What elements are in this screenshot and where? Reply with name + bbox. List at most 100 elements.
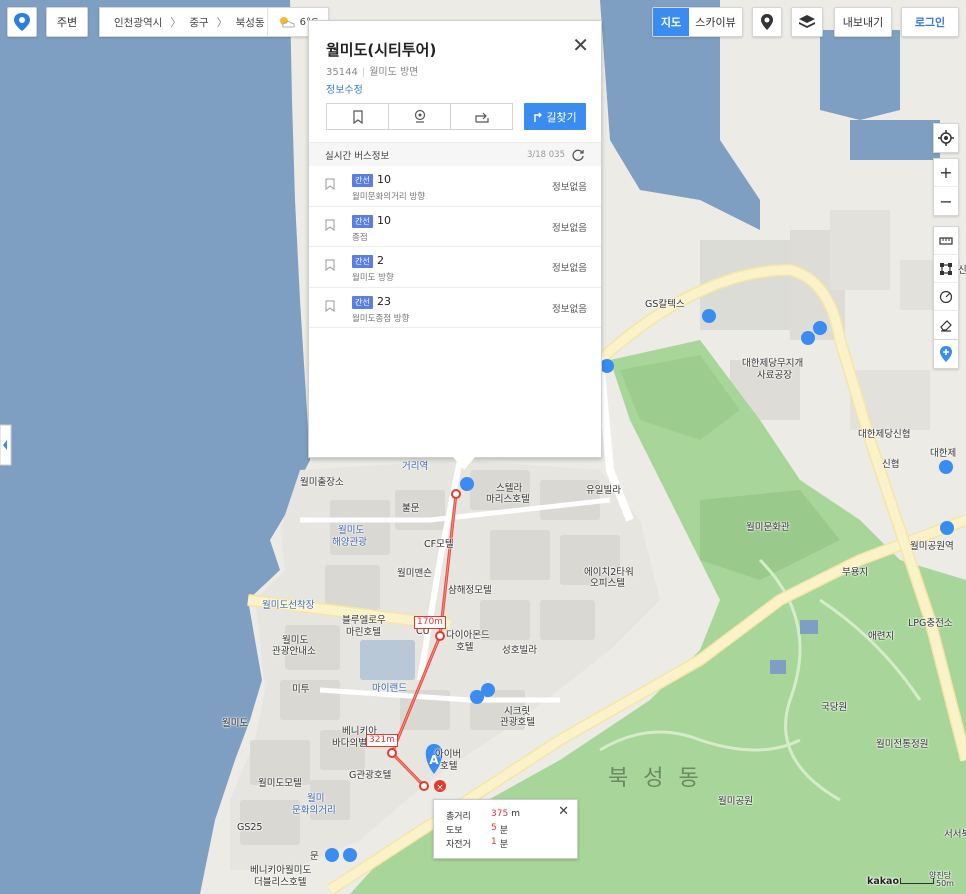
- map-label: 월미문화관: [746, 522, 790, 533]
- map-label: GS25: [237, 822, 263, 833]
- directions-label: 길찾기: [546, 110, 577, 124]
- area-icon: [940, 262, 952, 275]
- breadcrumb-city[interactable]: 인천광역시: [114, 15, 162, 30]
- radius-icon: [939, 290, 953, 303]
- map-label: 대한제: [930, 448, 957, 459]
- bookmark-icon[interactable]: [325, 300, 335, 312]
- map-label: 사료공장: [757, 370, 792, 381]
- zoom-in-button[interactable]: +: [934, 159, 958, 187]
- chevron-right-icon: 〉: [216, 16, 228, 29]
- bus-type-badge: 간선: [352, 255, 373, 268]
- tools-group: [933, 226, 959, 340]
- map-label: 성호빌라: [502, 645, 537, 656]
- map-label: 바다의별: [332, 738, 367, 749]
- map-label: 월미전통정원: [876, 739, 929, 750]
- map-label: 월미도: [222, 718, 249, 729]
- map-type-group: 지도 스카이뷰: [652, 7, 743, 37]
- logo-button[interactable]: [7, 7, 37, 37]
- login-button[interactable]: 로그인: [901, 7, 959, 37]
- area-tool-button[interactable]: [934, 255, 958, 283]
- map-pin-icon: [14, 13, 30, 31]
- map-label: 부용지: [842, 567, 869, 578]
- distance-info-box: ✕ 총거리 375 m 도보 5 분 자전거 1 분: [433, 799, 578, 859]
- crosshair-icon: [938, 130, 954, 146]
- total-distance-value: 375: [491, 809, 509, 819]
- bus-row[interactable]: 간선 2 월미도 방향 정보없음: [309, 247, 601, 288]
- bus-row[interactable]: 간선 10 월미문화의거리 방향 정보없음: [309, 166, 601, 207]
- map-label: 월미도선착장: [262, 600, 315, 611]
- bus-row[interactable]: 간선 10 종점 정보없음: [309, 207, 601, 247]
- map-label: 월미공원: [718, 796, 753, 807]
- place-panel: 월미도(시티투어) ✕ 35144 | 월미도 방면 정보수정 길찾기 실시간 …: [308, 20, 602, 458]
- skyview-button[interactable]: 스카이뷰: [689, 14, 742, 30]
- walk-time-label: 도보: [446, 826, 463, 836]
- map-label: 마리스호텔: [486, 494, 530, 505]
- refresh-icon[interactable]: [571, 148, 585, 162]
- close-icon[interactable]: ✕: [558, 804, 569, 819]
- scale-label: 50m: [936, 879, 954, 888]
- bike-time-value: 1: [491, 837, 497, 847]
- place-address: 35144 | 월미도 방면: [326, 67, 419, 78]
- export-button[interactable]: 내보내기: [834, 7, 892, 37]
- breadcrumb-district[interactable]: 중구: [189, 15, 208, 30]
- map-label: 거리역: [402, 461, 429, 472]
- map-label: 관광호텔: [500, 717, 535, 728]
- place-title: 월미도(시티투어): [326, 41, 437, 59]
- map-label: 월미맨숀: [397, 568, 432, 579]
- map-label: 유일빌라: [586, 485, 621, 496]
- eraser-tool-button[interactable]: [934, 311, 958, 339]
- eraser-icon: [940, 320, 952, 332]
- bus-status: 정보없음: [552, 182, 587, 193]
- roadview-place-button[interactable]: [389, 104, 451, 129]
- map-label: 불문: [402, 503, 420, 514]
- bookmark-icon: [352, 109, 363, 124]
- nearby-button[interactable]: 주변: [46, 7, 88, 37]
- bookmark-button[interactable]: [327, 104, 389, 129]
- map-label: 애련지: [868, 631, 895, 642]
- map-label: 월미출장소: [300, 477, 344, 488]
- bookmark-icon[interactable]: [325, 219, 335, 231]
- svg-text:×: ×: [436, 783, 444, 793]
- close-icon[interactable]: ✕: [572, 35, 589, 55]
- add-place-button[interactable]: [934, 340, 958, 368]
- directions-button[interactable]: 길찾기: [524, 103, 586, 130]
- walk-time-unit: 분: [499, 826, 509, 836]
- map-label: 해양관광: [332, 537, 367, 548]
- chevron-right-icon: 〉: [170, 16, 182, 29]
- layers-button[interactable]: [791, 7, 823, 37]
- scale-bar: [900, 878, 934, 884]
- bus-status: 정보없음: [552, 303, 587, 315]
- bookmark-icon[interactable]: [325, 259, 335, 271]
- radius-tool-button[interactable]: [934, 283, 958, 311]
- map-label: GS칼텍스: [645, 299, 685, 310]
- bus-type-badge: 간선: [352, 174, 373, 187]
- map-label: 국당원: [821, 702, 848, 713]
- map-label: 관광안내소: [272, 646, 316, 657]
- breadcrumb-dong[interactable]: 북성동: [236, 15, 265, 30]
- share-button[interactable]: [451, 104, 512, 129]
- map-label: 대한제당신협: [858, 429, 911, 440]
- share-icon: [474, 112, 489, 123]
- place-actions: [326, 103, 513, 130]
- map-label: 북 성 동: [608, 766, 703, 791]
- bus-list: 간선 10 월미문화의거리 방향 정보없음 간선 10 종점 정보없음 간선 2…: [309, 166, 601, 328]
- roadview-button[interactable]: [752, 7, 782, 37]
- add-place-group: [933, 339, 959, 369]
- map-type-button[interactable]: 지도: [653, 8, 689, 36]
- map-label: 서서북: [944, 829, 966, 840]
- bookmark-icon[interactable]: [325, 178, 335, 190]
- map-label: 신협: [882, 459, 900, 470]
- bus-number: 2: [377, 254, 384, 267]
- distance-tool-button[interactable]: [934, 227, 958, 255]
- edit-info-link[interactable]: 정보수정: [326, 81, 363, 96]
- bus-update-time: 3/18 035: [526, 149, 565, 160]
- zoom-out-button[interactable]: −: [934, 187, 958, 215]
- postal-code: 35144: [326, 67, 358, 78]
- bus-direction: 종점: [352, 232, 368, 243]
- layers-icon: [799, 15, 815, 28]
- current-location-button[interactable]: [934, 124, 958, 152]
- map-label: 마린호텔: [346, 627, 381, 638]
- bus-row[interactable]: 간선 23 월미도종점 방향 정보없음: [309, 288, 601, 328]
- walk-time-value: 5: [491, 823, 497, 833]
- kakao-logo: kakao: [867, 876, 899, 887]
